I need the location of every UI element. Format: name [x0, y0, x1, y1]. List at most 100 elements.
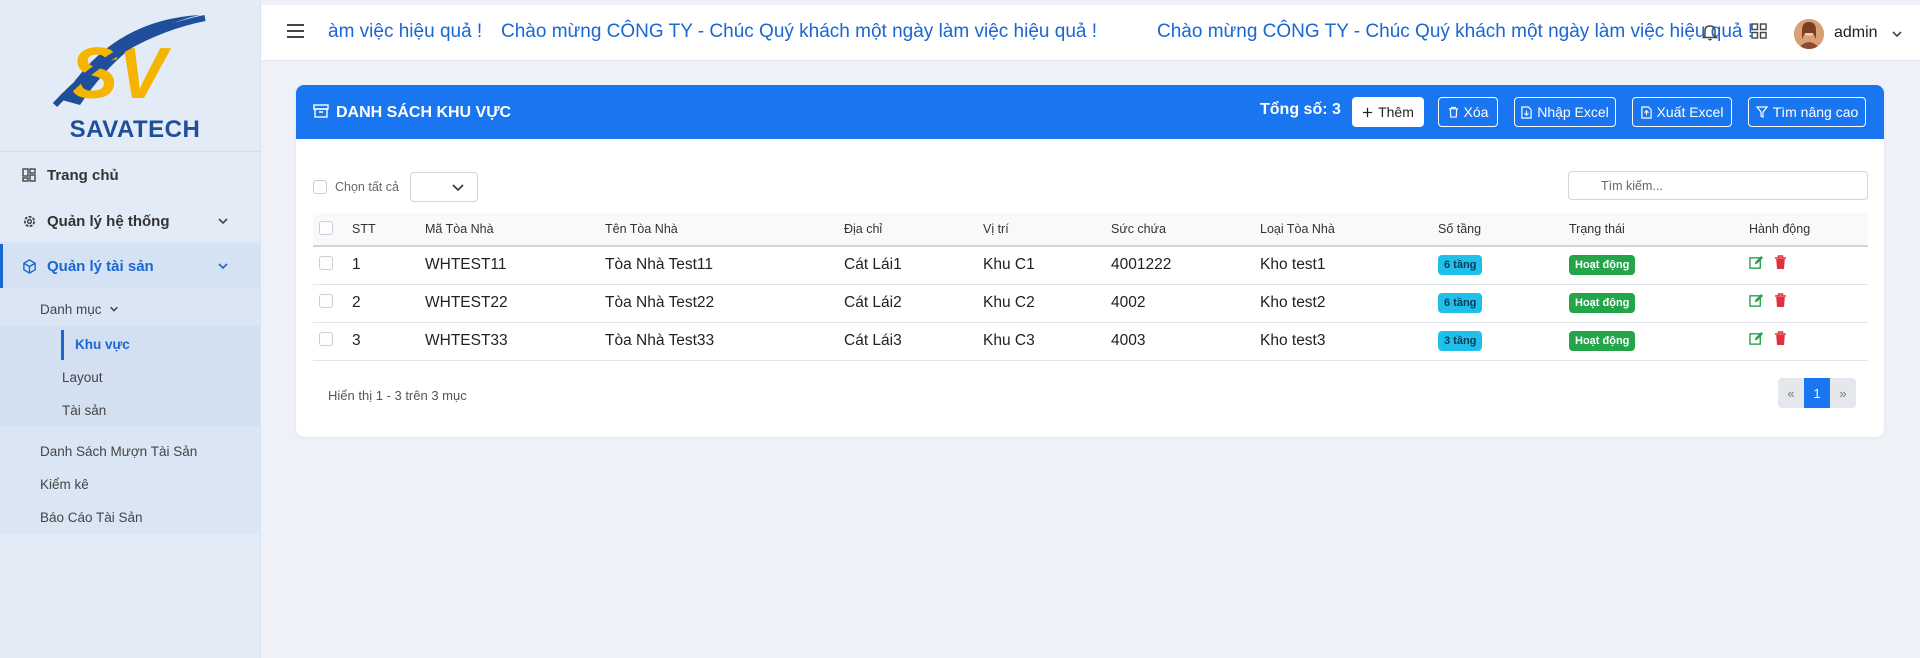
- sidebar-item-system[interactable]: Quản lý hệ thống: [0, 199, 261, 243]
- cell-address: Cát Lái1: [844, 246, 983, 285]
- column-header: STT: [352, 213, 425, 247]
- cell-actions: [1749, 284, 1868, 323]
- row-checkbox[interactable]: [319, 255, 333, 270]
- cell-type: Kho test3: [1260, 322, 1438, 361]
- table-header-row: STT Mã Tòa Nhà Tên Tòa Nhà Địa chỉ Vị tr…: [313, 213, 1868, 247]
- cell-status: Hoạt động: [1569, 246, 1749, 285]
- chevron-down-icon: [110, 306, 119, 312]
- sidebar: SV SAVATECH Trang chủ Quản lý hệ thống Q…: [0, 0, 261, 658]
- card-header: DANH SÁCH KHU VỰC Tổng số: 3 Thêm Xóa Nh…: [296, 85, 1884, 139]
- export-button-label: Xuất Excel: [1656, 104, 1724, 120]
- trash-icon[interactable]: [1774, 331, 1787, 346]
- header-checkbox[interactable]: [319, 220, 333, 235]
- hamburger-menu-icon[interactable]: [287, 24, 305, 43]
- floors-badge: 3 tầng: [1438, 331, 1483, 351]
- bulk-action-select[interactable]: [410, 172, 478, 202]
- marquee-text: àm việc hiệu quả !: [328, 21, 483, 42]
- cell-capacity: 4003: [1111, 322, 1260, 361]
- sidebar-item-asset-report[interactable]: Báo Cáo Tài Sản: [40, 510, 143, 525]
- column-header: Mã Tòa Nhà: [425, 213, 605, 247]
- column-header: Vị trí: [983, 213, 1111, 247]
- file-export-icon: [1640, 105, 1652, 119]
- sidebar-item-label: Quản lý hệ thống: [47, 212, 170, 230]
- sidebar-item-khu-vuc[interactable]: Khu vực: [75, 337, 130, 352]
- export-excel-button[interactable]: Xuất Excel: [1632, 97, 1732, 127]
- select-all[interactable]: Chọn tất cả: [313, 180, 399, 194]
- submenu-group-area: [0, 326, 261, 426]
- archive-icon: [313, 103, 329, 124]
- avatar[interactable]: [1794, 19, 1824, 49]
- grid-icon[interactable]: [1751, 23, 1767, 44]
- status-badge: Hoạt động: [1569, 331, 1636, 351]
- cell-stt: 2: [352, 284, 425, 323]
- chevron-down-icon[interactable]: [1891, 27, 1903, 45]
- table-row: 2 WHTEST22 Tòa Nhà Test22 Cát Lái2 Khu C…: [313, 284, 1868, 323]
- cell-code: WHTEST11: [425, 246, 605, 285]
- trash-icon[interactable]: [1774, 255, 1787, 270]
- card-title: DANH SÁCH KHU VỰC: [336, 104, 512, 121]
- column-header: Địa chỉ: [844, 213, 983, 247]
- sidebar-group-catalog[interactable]: Danh mục: [40, 302, 119, 317]
- column-header: Số tầng: [1438, 213, 1569, 247]
- chevron-down-icon: [217, 259, 229, 276]
- sidebar-item-layout[interactable]: Layout: [62, 370, 103, 385]
- svg-text:SV: SV: [70, 34, 172, 110]
- dashboard-icon: [20, 166, 38, 184]
- cell-status: Hoạt động: [1569, 322, 1749, 361]
- cell-location: Khu C3: [983, 322, 1111, 361]
- row-checkbox[interactable]: [319, 293, 333, 308]
- cell-code: WHTEST33: [425, 322, 605, 361]
- cell-floors: 6 tầng: [1438, 246, 1569, 285]
- logo-text: SAVATECH: [69, 116, 201, 143]
- sidebar-item-inventory[interactable]: Kiểm kê: [40, 477, 89, 492]
- cell-code: WHTEST22: [425, 284, 605, 323]
- row-checkbox-cell: [313, 246, 352, 285]
- row-checkbox[interactable]: [319, 331, 333, 346]
- prev-page-button[interactable]: «: [1778, 378, 1804, 408]
- gear-icon: [20, 212, 38, 230]
- cell-status: Hoạt động: [1569, 284, 1749, 323]
- edit-icon[interactable]: [1749, 255, 1764, 270]
- column-header: Loại Tòa Nhà: [1260, 213, 1438, 247]
- logo[interactable]: SV SAVATECH: [0, 0, 260, 152]
- advanced-button-label: Tìm nâng cao: [1772, 104, 1859, 120]
- cell-capacity: 4001222: [1111, 246, 1260, 285]
- cell-name: Tòa Nhà Test22: [605, 284, 844, 323]
- active-indicator: [61, 330, 64, 360]
- user-name[interactable]: admin: [1834, 24, 1878, 42]
- table-row: 1 WHTEST11 Tòa Nhà Test11 Cát Lái1 Khu C…: [313, 246, 1868, 285]
- row-checkbox-cell: [313, 322, 352, 361]
- welcome-marquee: àm việc hiệu quả ! Chào mừng CÔNG TY - C…: [327, 5, 1920, 61]
- cell-name: Tòa Nhà Test11: [605, 246, 844, 285]
- select-all-checkbox[interactable]: [313, 180, 327, 194]
- edit-icon[interactable]: [1749, 293, 1764, 308]
- cell-name: Tòa Nhà Test33: [605, 322, 844, 361]
- next-page-button[interactable]: »: [1830, 378, 1856, 408]
- add-button[interactable]: Thêm: [1352, 97, 1424, 127]
- cell-actions: [1749, 246, 1868, 285]
- advanced-search-button[interactable]: Tìm nâng cao: [1748, 97, 1866, 127]
- cell-stt: 3: [352, 322, 425, 361]
- sidebar-item-assets[interactable]: Quản lý tài sản: [0, 244, 261, 288]
- plus-icon: [1363, 107, 1373, 117]
- import-excel-button[interactable]: Nhập Excel: [1514, 97, 1616, 127]
- cell-type: Kho test1: [1260, 246, 1438, 285]
- bell-icon[interactable]: [1701, 23, 1719, 46]
- column-header: Hành động: [1749, 213, 1868, 247]
- status-badge: Hoạt động: [1569, 293, 1636, 313]
- file-import-icon: [1521, 105, 1532, 119]
- search-input[interactable]: [1568, 171, 1868, 200]
- page-button-current[interactable]: 1: [1804, 378, 1830, 408]
- sidebar-item-home[interactable]: Trang chủ: [0, 153, 261, 197]
- row-checkbox-cell: [313, 284, 352, 323]
- trash-icon[interactable]: [1774, 293, 1787, 308]
- import-button-label: Nhập Excel: [1537, 104, 1609, 120]
- edit-icon[interactable]: [1749, 331, 1764, 346]
- sidebar-item-borrow-list[interactable]: Danh Sách Mượn Tài Sản: [40, 444, 197, 459]
- delete-button[interactable]: Xóa: [1438, 97, 1498, 127]
- column-header: Tên Tòa Nhà: [605, 213, 844, 247]
- status-badge: Hoạt động: [1569, 255, 1636, 276]
- chevron-down-icon: [217, 214, 229, 231]
- delete-button-label: Xóa: [1463, 104, 1489, 120]
- sidebar-item-tai-san[interactable]: Tài sản: [62, 403, 106, 418]
